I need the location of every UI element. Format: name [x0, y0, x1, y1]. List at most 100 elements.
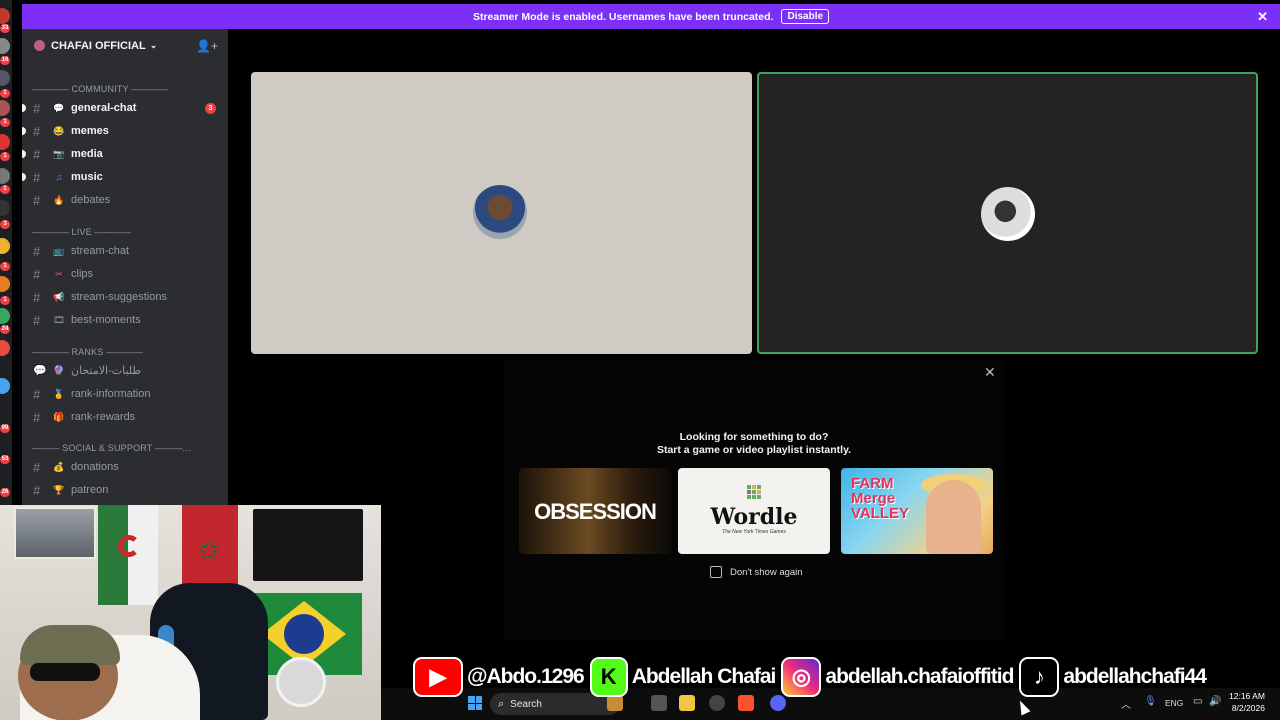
channel-clips[interactable]: # ✂ clips	[22, 264, 228, 284]
scissors-icon: ✂	[55, 269, 63, 279]
medal-icon: 🏅	[53, 389, 65, 399]
close-icon[interactable]: ✕	[984, 364, 996, 381]
category-ranks[interactable]: ———— RANKS ————	[32, 347, 143, 357]
dont-show-again-row[interactable]: Don't show again	[710, 566, 803, 578]
hash-icon: #	[33, 123, 41, 139]
channel-name: rank-information	[71, 388, 151, 400]
server-icon[interactable]	[0, 100, 10, 116]
megaphone-icon: 📢	[53, 292, 65, 302]
disable-streamer-mode-button[interactable]: Disable	[781, 9, 830, 24]
channel-debates[interactable]: # 🔥 debates	[22, 190, 228, 210]
channel-general-chat[interactable]: # 💬 general-chat 3	[22, 98, 228, 118]
channel-stream-chat[interactable]: # 📺 stream-chat	[22, 241, 228, 261]
system-clock[interactable]: 12:16 AM 8/2/2026	[1229, 690, 1265, 714]
participant-avatar	[981, 187, 1035, 241]
card-subtitle: The New York Times Games	[722, 529, 786, 535]
unread-indicator	[22, 127, 26, 135]
wordle-logo-icon	[747, 485, 761, 499]
instagram-handle: abdellah.chafaioffitid	[825, 665, 1014, 688]
rail-badge: 53	[0, 455, 10, 464]
server-name: CHAFAI OFFICIAL	[51, 39, 146, 52]
kick-icon: K	[589, 657, 628, 697]
language-indicator[interactable]: ENG	[1165, 698, 1183, 708]
channel-stream-suggestions[interactable]: # 📢 stream-suggestions	[22, 287, 228, 307]
rail-badge: 1	[0, 89, 10, 98]
server-avatar	[34, 40, 45, 51]
server-icon[interactable]	[0, 308, 10, 324]
server-icon[interactable]	[0, 378, 10, 394]
star-icon: ✩	[198, 535, 220, 565]
channel-name: donations	[71, 461, 119, 473]
social-handles-overlay: ▶ @Abdo.1296 K Abdellah Chafai ◎ abdella…	[413, 656, 1212, 698]
hash-icon: #	[33, 289, 41, 305]
hash-icon: #	[33, 482, 41, 498]
channel-rank-information[interactable]: # 🏅 rank-information	[22, 384, 228, 404]
dont-show-again-checkbox[interactable]	[710, 566, 722, 578]
channel-name: rank-rewards	[71, 411, 136, 423]
channel-media[interactable]: # 📷 media	[22, 144, 228, 164]
server-rail[interactable]: 33 16 1 1 1 1 3 1 1 24 99 53 26	[0, 0, 12, 505]
server-icon[interactable]	[0, 168, 10, 184]
wall-tv	[253, 509, 363, 581]
unread-indicator	[22, 150, 26, 158]
server-icon[interactable]	[0, 200, 10, 216]
category-community[interactable]: ———— COMMUNITY ————	[32, 84, 168, 94]
activity-card-farm-merge-valley[interactable]: FARM Merge VALLEY	[841, 468, 993, 554]
rail-badge: 1	[0, 118, 10, 127]
chevron-up-icon[interactable]: ︿	[1121, 696, 1131, 711]
clock-time: 12:16 AM	[1229, 691, 1265, 701]
card-title: FARM Merge VALLEY	[851, 475, 910, 522]
youtube-icon: ▶	[413, 657, 463, 697]
channel-name: stream-suggestions	[71, 291, 167, 303]
activity-card-obsession[interactable]: OBSESSION	[519, 468, 671, 554]
gift-icon: 🎁	[53, 412, 65, 422]
channel-name: patreon	[71, 484, 109, 496]
channel-name: memes	[71, 125, 109, 137]
video-tile[interactable]	[251, 72, 752, 354]
banner-message: Streamer Mode is enabled. Usernames have…	[472, 10, 774, 23]
activity-subheading: Start a game or video playlist instantly…	[656, 444, 852, 456]
server-icon[interactable]	[0, 238, 10, 254]
channel-best-moments[interactable]: # 🎞 best-moments	[22, 310, 228, 330]
channel-exam-requests[interactable]: 💬 🔮 طلبات-الامتحان	[22, 360, 228, 380]
server-icon[interactable]	[0, 276, 10, 292]
fire-icon: 🔥	[53, 195, 65, 205]
video-tile-speaking[interactable]	[757, 72, 1258, 354]
channel-rank-rewards[interactable]: # 🎁 rank-rewards	[22, 407, 228, 427]
wall-picture	[14, 507, 96, 559]
channel-music[interactable]: # ♫ music	[22, 167, 228, 187]
social-kick: K Abdellah Chafai	[589, 657, 776, 697]
category-social-support[interactable]: ——— SOCIAL & SUPPORT ———...	[32, 443, 191, 453]
social-tiktok: ♪ abdellahchafi44	[1019, 657, 1207, 697]
tv-icon: 📺	[53, 246, 65, 256]
chevron-down-icon: ⌄	[149, 40, 158, 50]
music-note-icon: ♫	[55, 172, 63, 182]
server-icon[interactable]	[0, 134, 10, 150]
streamer-mode-banner: Streamer Mode is enabled. Usernames have…	[22, 4, 1280, 29]
rail-badge: 1	[0, 185, 10, 194]
hash-icon: #	[33, 169, 41, 185]
server-icon[interactable]	[0, 8, 10, 24]
channel-patreon[interactable]: # 🏆 patreon	[22, 480, 228, 500]
server-icon[interactable]	[0, 340, 10, 356]
close-icon[interactable]: ✕	[1257, 9, 1268, 25]
add-user-icon[interactable]: 👤+	[196, 39, 218, 53]
tiktok-handle: abdellahchafi44	[1063, 665, 1207, 688]
tiktok-icon: ♪	[1019, 657, 1060, 697]
channel-donations[interactable]: # 💰 donations	[22, 457, 228, 477]
server-icon[interactable]	[0, 38, 10, 54]
hash-icon: #	[33, 146, 41, 162]
crescent-icon	[118, 535, 140, 557]
hash-icon: #	[33, 192, 41, 208]
rail-badge: 3	[0, 220, 10, 229]
channel-memes[interactable]: # 😂 memes	[22, 121, 228, 141]
hash-icon: #	[33, 266, 41, 282]
server-icon[interactable]	[0, 70, 10, 86]
hash-icon: #	[33, 386, 41, 402]
channel-name: debates	[71, 194, 111, 206]
windows-start-icon[interactable]	[468, 696, 482, 710]
forum-icon: 💬	[33, 364, 47, 377]
category-live[interactable]: ———— LIVE ————	[32, 227, 131, 237]
activity-card-wordle[interactable]: Wordle The New York Times Games	[678, 468, 830, 554]
channel-name: clips	[71, 268, 94, 280]
